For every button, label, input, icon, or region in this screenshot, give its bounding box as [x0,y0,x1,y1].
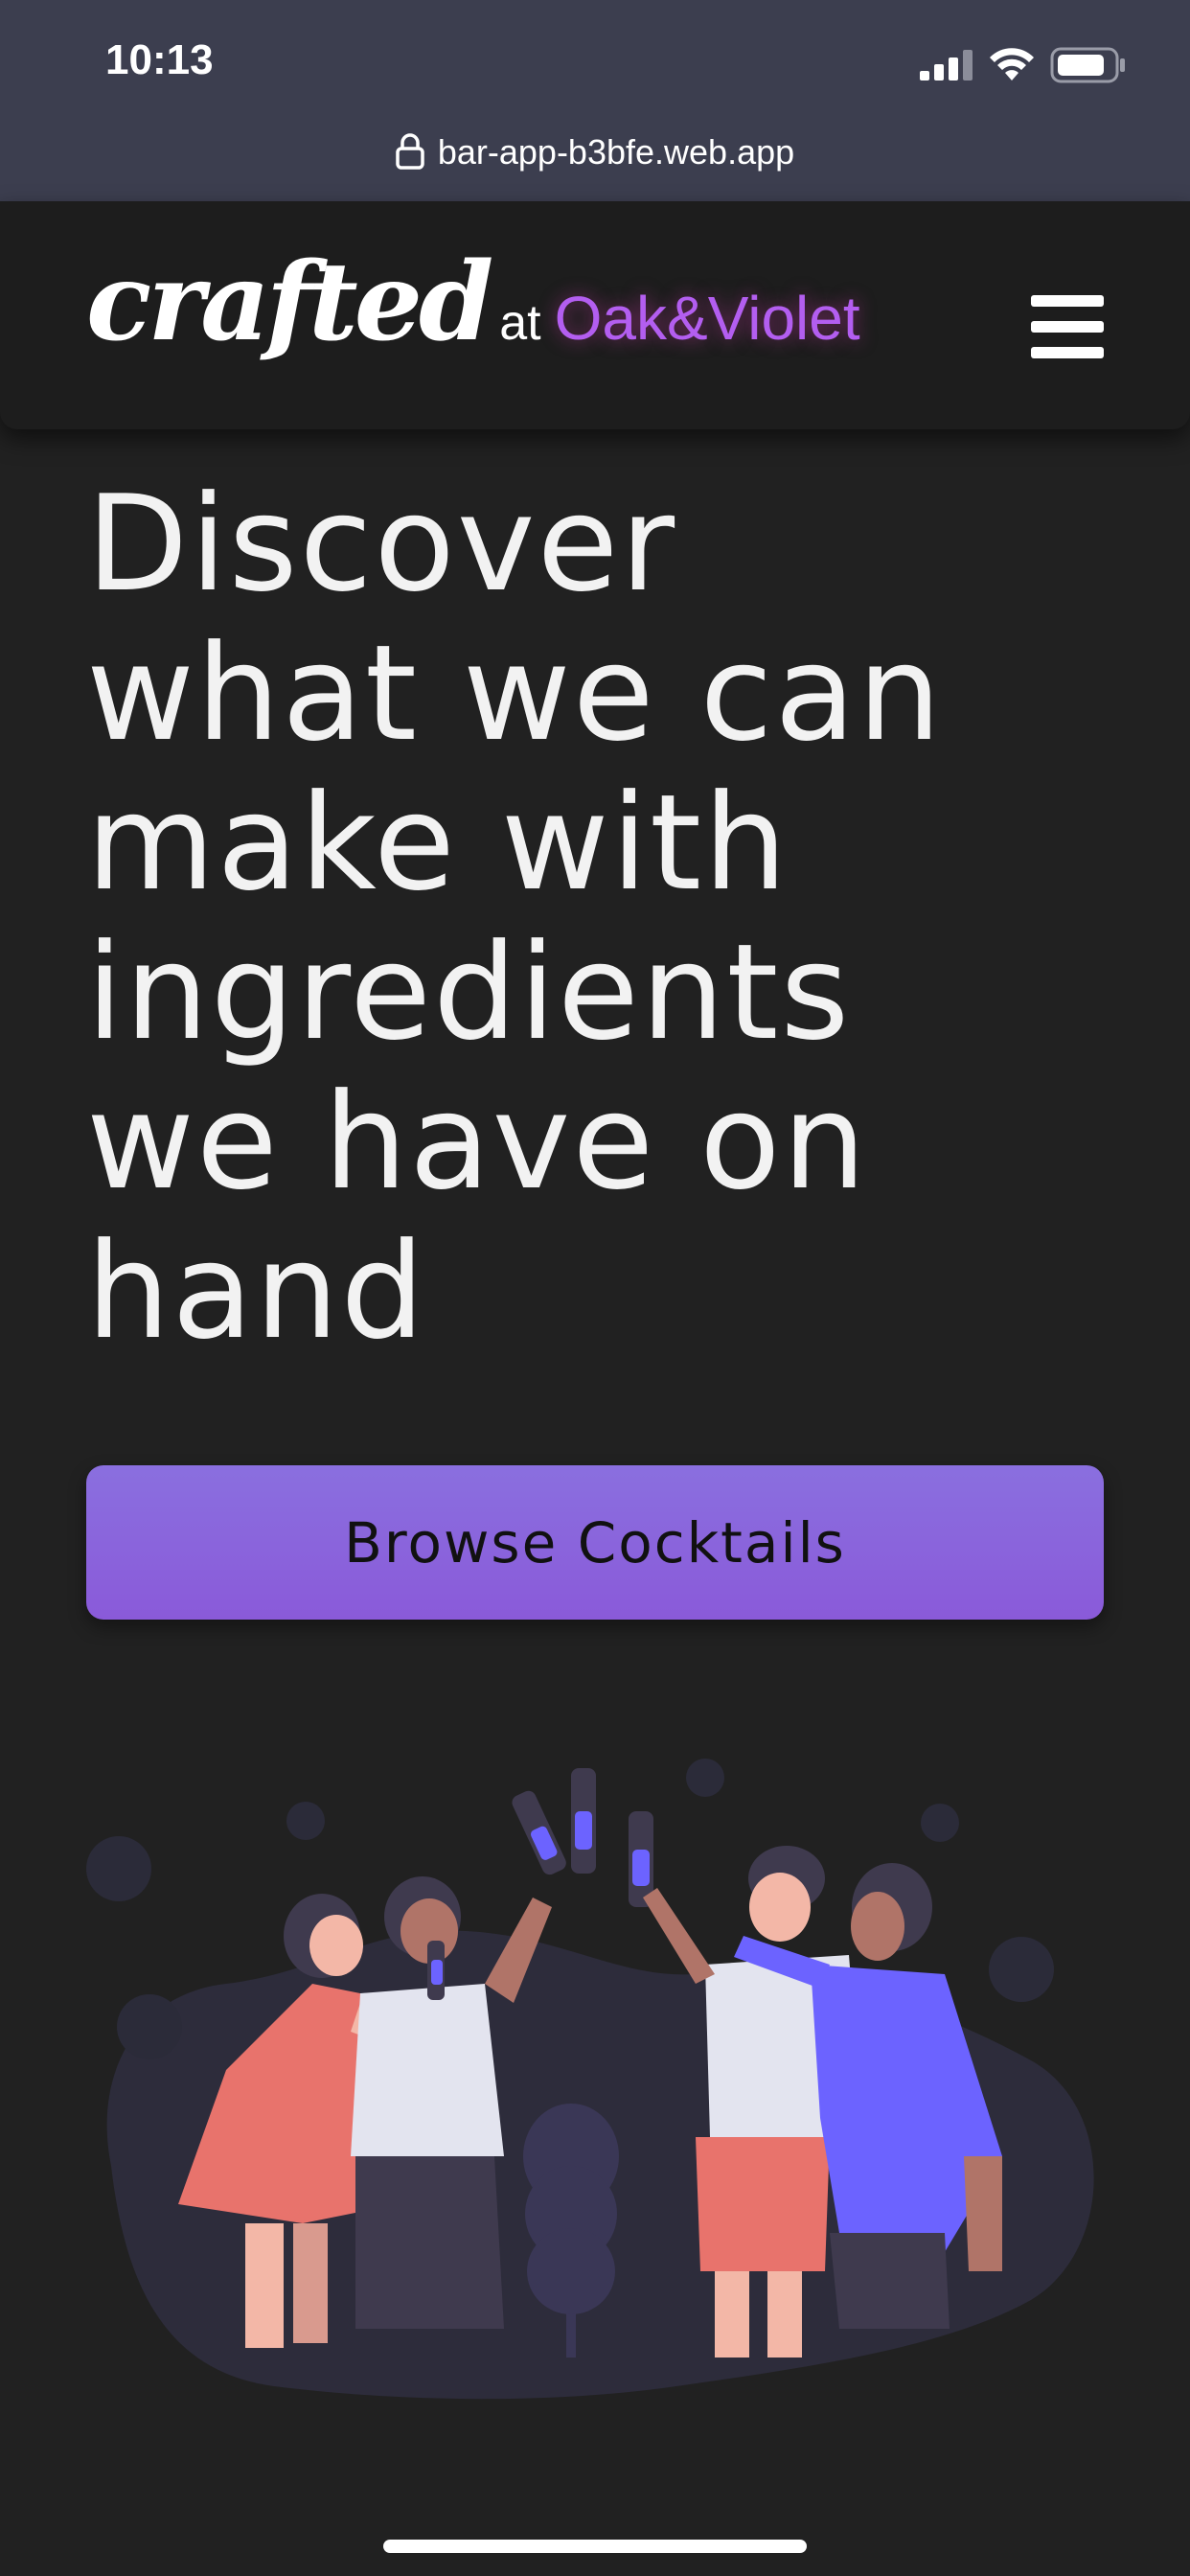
url-bar[interactable]: bar-app-b3bfe.web.app [0,132,1190,172]
headline-line: hand [86,1214,427,1368]
brand-logo[interactable]: crafted at Oak&Violet [86,240,860,383]
headline-line: we have on [86,1065,868,1219]
browse-cocktails-button[interactable]: Browse Cocktails [86,1465,1104,1620]
lock-icon [396,133,424,170]
logo-venue-name: Oak&Violet [554,284,860,353]
battery-icon [1050,47,1125,83]
headline-line: ingredients [86,915,852,1070]
cellular-signal-icon [920,50,973,80]
friends-toasting-illustration [86,1759,1094,2400]
headline-line: Discover [86,467,677,621]
home-indicator[interactable] [383,2540,807,2553]
status-icons [920,44,1127,86]
menu-line [1031,295,1104,307]
menu-line [1031,321,1104,333]
logo-connector: at [499,295,541,351]
hero-headline: Discover what we can make with ingredien… [86,470,1140,1367]
menu-line [1031,347,1104,358]
headline-line: what we can [86,616,944,770]
wifi-icon [990,48,1034,80]
headline-line: make with [86,766,790,920]
logo-wordmark: crafted [86,240,493,365]
status-time: 10:13 [105,36,214,83]
url-text: bar-app-b3bfe.web.app [437,132,795,172]
status-bar: 10:13 bar-app-b3bfe.web.app [0,0,1190,201]
hamburger-menu-icon[interactable] [1031,295,1104,358]
